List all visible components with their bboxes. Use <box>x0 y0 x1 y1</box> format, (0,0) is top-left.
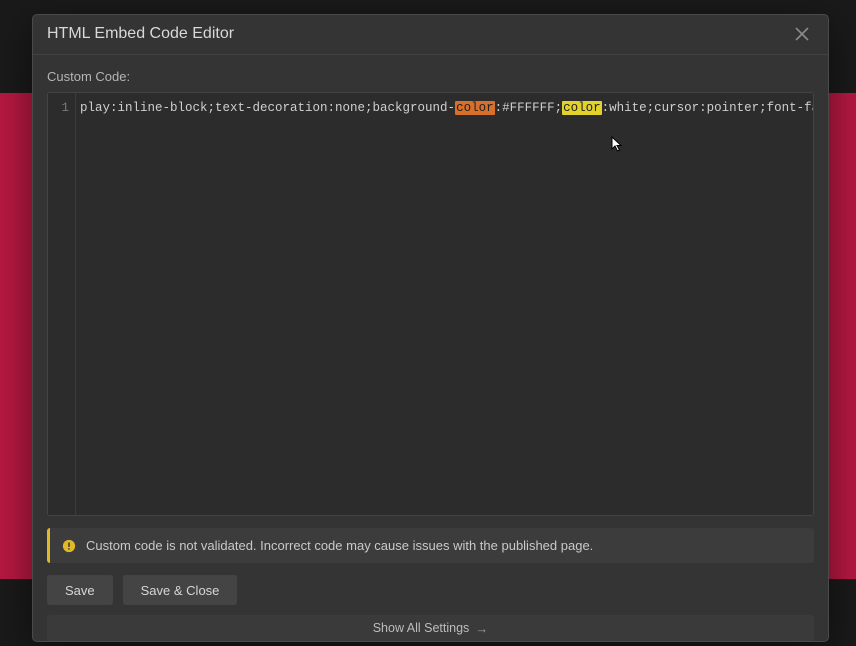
code-seg: :white;cursor:pointer;font-family: <box>602 101 813 115</box>
custom-code-label: Custom Code: <box>33 55 828 92</box>
validation-warning: Custom code is not validated. Incorrect … <box>47 528 814 563</box>
close-icon <box>795 27 809 41</box>
code-seg: play:inline-block;text-decoration:none;b… <box>80 101 455 115</box>
button-row: Save Save & Close <box>33 563 828 605</box>
code-content[interactable]: play:inline-block;text-decoration:none;b… <box>76 93 813 516</box>
warning-icon <box>62 539 76 553</box>
code-highlight-orange: color <box>455 101 495 115</box>
warning-text: Custom code is not validated. Incorrect … <box>86 538 593 553</box>
modal-title: HTML Embed Code Editor <box>47 25 234 43</box>
close-button[interactable] <box>790 22 814 46</box>
line-number: 1 <box>48 101 69 115</box>
save-close-button[interactable]: Save & Close <box>123 575 238 605</box>
html-embed-editor-modal: HTML Embed Code Editor Custom Code: 1 pl… <box>32 14 829 642</box>
line-gutter: 1 <box>48 93 76 516</box>
show-all-settings[interactable]: Show All Settings → <box>47 615 814 641</box>
code-seg: :#FFFFFF; <box>495 101 563 115</box>
modal-header: HTML Embed Code Editor <box>33 15 828 55</box>
arrow-right-icon: → <box>475 621 488 636</box>
code-highlight-yellow: color <box>562 101 602 115</box>
code-editor[interactable]: 1 play:inline-block;text-decoration:none… <box>47 92 814 517</box>
show-all-label: Show All Settings <box>373 621 470 635</box>
save-button[interactable]: Save <box>47 575 113 605</box>
